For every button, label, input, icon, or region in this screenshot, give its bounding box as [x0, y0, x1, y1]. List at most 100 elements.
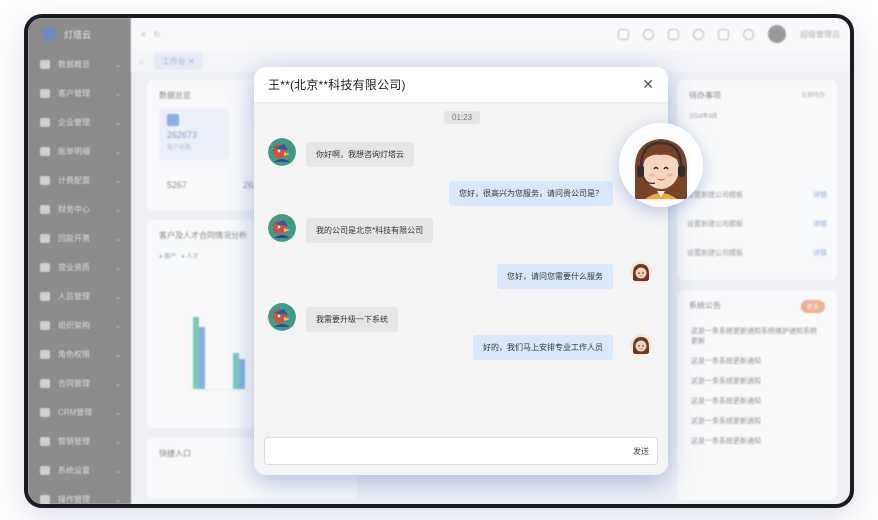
sidebar-item-label: 客户管理	[58, 89, 90, 98]
announcement-row[interactable]: 这是一条系统更新通知	[677, 371, 837, 391]
chevron-down-icon: ⌄	[115, 322, 121, 330]
menu-icon	[40, 176, 50, 185]
sidebar-item-label: 合同管理	[58, 379, 90, 388]
fullscreen-icon[interactable]	[668, 28, 679, 40]
sidebar-item-label: 人员管理	[58, 292, 90, 301]
todo-rows: 设置新建公司模板 详情 设置新建公司模板 详情 设置新建公司模板 详情	[677, 180, 837, 267]
todo-row: 设置新建公司模板 详情	[687, 220, 827, 228]
sidebar: 灯塔云 数据概览 ⌄ 客户管理 ⌄ 企业管理 ⌄ 账单明细 ⌄ 计费配置 ⌄ 财务中心 ⌄ 回款开票 ⌄ 营…	[28, 18, 131, 504]
announcement-row[interactable]: 这是一条系统更新通知	[677, 431, 837, 451]
brand: 灯塔云	[28, 18, 131, 50]
sidebar-item[interactable]: 数据概览 ⌄	[28, 50, 131, 79]
sidebar-item-label: CRM管理	[58, 408, 93, 417]
chat-message-left: 我的公司是北京*科技有限公司	[306, 218, 434, 243]
menu-icon	[40, 263, 50, 272]
chevron-down-icon: ⌄	[115, 119, 121, 127]
sidebar-item[interactable]: 回款开票 ⌄	[28, 224, 131, 253]
stat-value: 262673	[167, 130, 198, 140]
announcement-row[interactable]: 这是一条系统更新通知系统维护通知系统更新	[677, 321, 837, 351]
todo-row: 设置新建公司模板 详情	[687, 249, 827, 257]
chat-message-right: 您好，很高兴为您服务，请问贵公司是？	[449, 181, 613, 206]
user-avatar[interactable]	[768, 25, 786, 43]
bar	[199, 327, 205, 389]
sidebar-item[interactable]: 企业管理 ⌄	[28, 108, 131, 137]
sidebar-item-label: 企业管理	[58, 118, 90, 127]
menu-icon	[40, 379, 50, 388]
refresh-icon[interactable]: ↻	[154, 30, 161, 39]
chevron-down-icon: ⌄	[115, 438, 121, 446]
announcement-row[interactable]: 这是一条系统更新通知	[677, 411, 837, 431]
theme-icon[interactable]	[643, 28, 654, 40]
sidebar-item[interactable]: 系统设置 ⌄	[28, 456, 131, 485]
todo-all-link[interactable]: 全部待办	[801, 90, 825, 99]
menu-icon	[40, 89, 50, 98]
sidebar-item-label: 数据概览	[58, 60, 90, 69]
sidebar-item-label: 系统设置	[58, 466, 90, 475]
chevron-down-icon: ⌄	[115, 351, 121, 359]
sidebar-item[interactable]: 操作管理 ⌄	[28, 485, 131, 504]
menu-icon	[40, 466, 50, 475]
sidebar-item-label: 操作管理	[58, 495, 90, 504]
todo-row: 设置新建公司模板 详情	[687, 191, 827, 199]
menu-icon	[40, 147, 50, 156]
collapse-menu-icon[interactable]: ≡	[141, 30, 146, 39]
send-button[interactable]: 发送	[633, 446, 649, 457]
announcement-row[interactable]: 这是一条系统更新通知	[677, 391, 837, 411]
settings-icon[interactable]	[693, 28, 704, 40]
sidebar-item[interactable]: CRM管理 ⌄	[28, 398, 131, 427]
sidebar-item[interactable]: 账单明细 ⌄	[28, 137, 131, 166]
chat-dialog: 王**(北京**科技有限公司) ✕ 01:23 你好啊，我想咨询灯塔云 您好，很…	[254, 67, 668, 475]
todo-month: 2024年4月	[689, 114, 718, 120]
stat-value-secondary: 5267	[167, 180, 188, 190]
menu-icon	[40, 234, 50, 243]
chevron-down-icon: ⌄	[115, 90, 121, 98]
menu-icon	[40, 292, 50, 301]
todo-title: 待办事项 全部待办	[689, 90, 825, 100]
customer-avatar	[268, 138, 296, 166]
sidebar-item-label: 营销管理	[58, 437, 90, 446]
agent-avatar	[630, 334, 652, 356]
sidebar-menu: 数据概览 ⌄ 客户管理 ⌄ 企业管理 ⌄ 账单明细 ⌄ 计费配置 ⌄ 财务中心 ⌄ 回款开票 ⌄ 营业资质 ⌄…	[28, 50, 131, 504]
sidebar-item[interactable]: 计费配置 ⌄	[28, 166, 131, 195]
sidebar-item[interactable]: 组织架构 ⌄	[28, 311, 131, 340]
sidebar-item-label: 营业资质	[58, 263, 90, 272]
sidebar-item[interactable]: 合同管理 ⌄	[28, 369, 131, 398]
sidebar-item[interactable]: 角色权限 ⌄	[28, 340, 131, 369]
sidebar-item[interactable]: 客户管理 ⌄	[28, 79, 131, 108]
menu-icon	[40, 60, 50, 69]
sidebar-item[interactable]: 财务中心 ⌄	[28, 195, 131, 224]
sidebar-item[interactable]: 人员管理 ⌄	[28, 282, 131, 311]
alert-icon[interactable]	[718, 28, 729, 40]
tab-workbench[interactable]: 工作台 ✕	[153, 52, 203, 70]
announcement-title: 系统公告 更多	[677, 290, 837, 321]
chevron-down-icon: ⌄	[115, 235, 121, 243]
sidebar-item-label: 回款开票	[58, 234, 90, 243]
announcement-card: 系统公告 更多 这是一条系统更新通知系统维护通知系统更新 这是一条系统更新通知 …	[677, 290, 837, 500]
chevron-down-icon: ⌄	[115, 467, 121, 475]
close-icon[interactable]: ✕	[642, 76, 654, 93]
sidebar-item-label: 财务中心	[58, 205, 90, 214]
brand-name: 灯塔云	[64, 29, 92, 40]
announcement-more-badge[interactable]: 更多	[800, 300, 825, 313]
menu-icon	[40, 321, 50, 330]
menu-icon	[40, 408, 50, 417]
chat-input[interactable]: 发送	[264, 437, 658, 465]
sidebar-item-label: 角色权限	[58, 350, 90, 359]
bell-icon[interactable]	[743, 28, 754, 40]
chevron-down-icon: ⌄	[115, 264, 121, 272]
customer-avatar	[268, 214, 296, 242]
chat-message-right: 您好，请问您需要什么服务	[497, 264, 613, 289]
announcement-row[interactable]: 这是一条系统更新通知	[677, 351, 837, 371]
announce-icon[interactable]	[618, 28, 629, 40]
sidebar-item[interactable]: 营业资质 ⌄	[28, 253, 131, 282]
user-name[interactable]: 超级管理员	[800, 29, 840, 40]
menu-icon	[40, 205, 50, 214]
chevron-down-icon: ⌄	[115, 177, 121, 185]
chevron-down-icon: ⌄	[115, 148, 121, 156]
sidebar-item-label: 账单明细	[58, 147, 90, 156]
chevron-down-icon: ⌄	[115, 293, 121, 301]
agent-avatar	[630, 261, 652, 283]
sidebar-item[interactable]: 营销管理 ⌄	[28, 427, 131, 456]
home-icon[interactable]: ⌂	[139, 57, 144, 66]
chevron-down-icon: ⌄	[115, 380, 121, 388]
